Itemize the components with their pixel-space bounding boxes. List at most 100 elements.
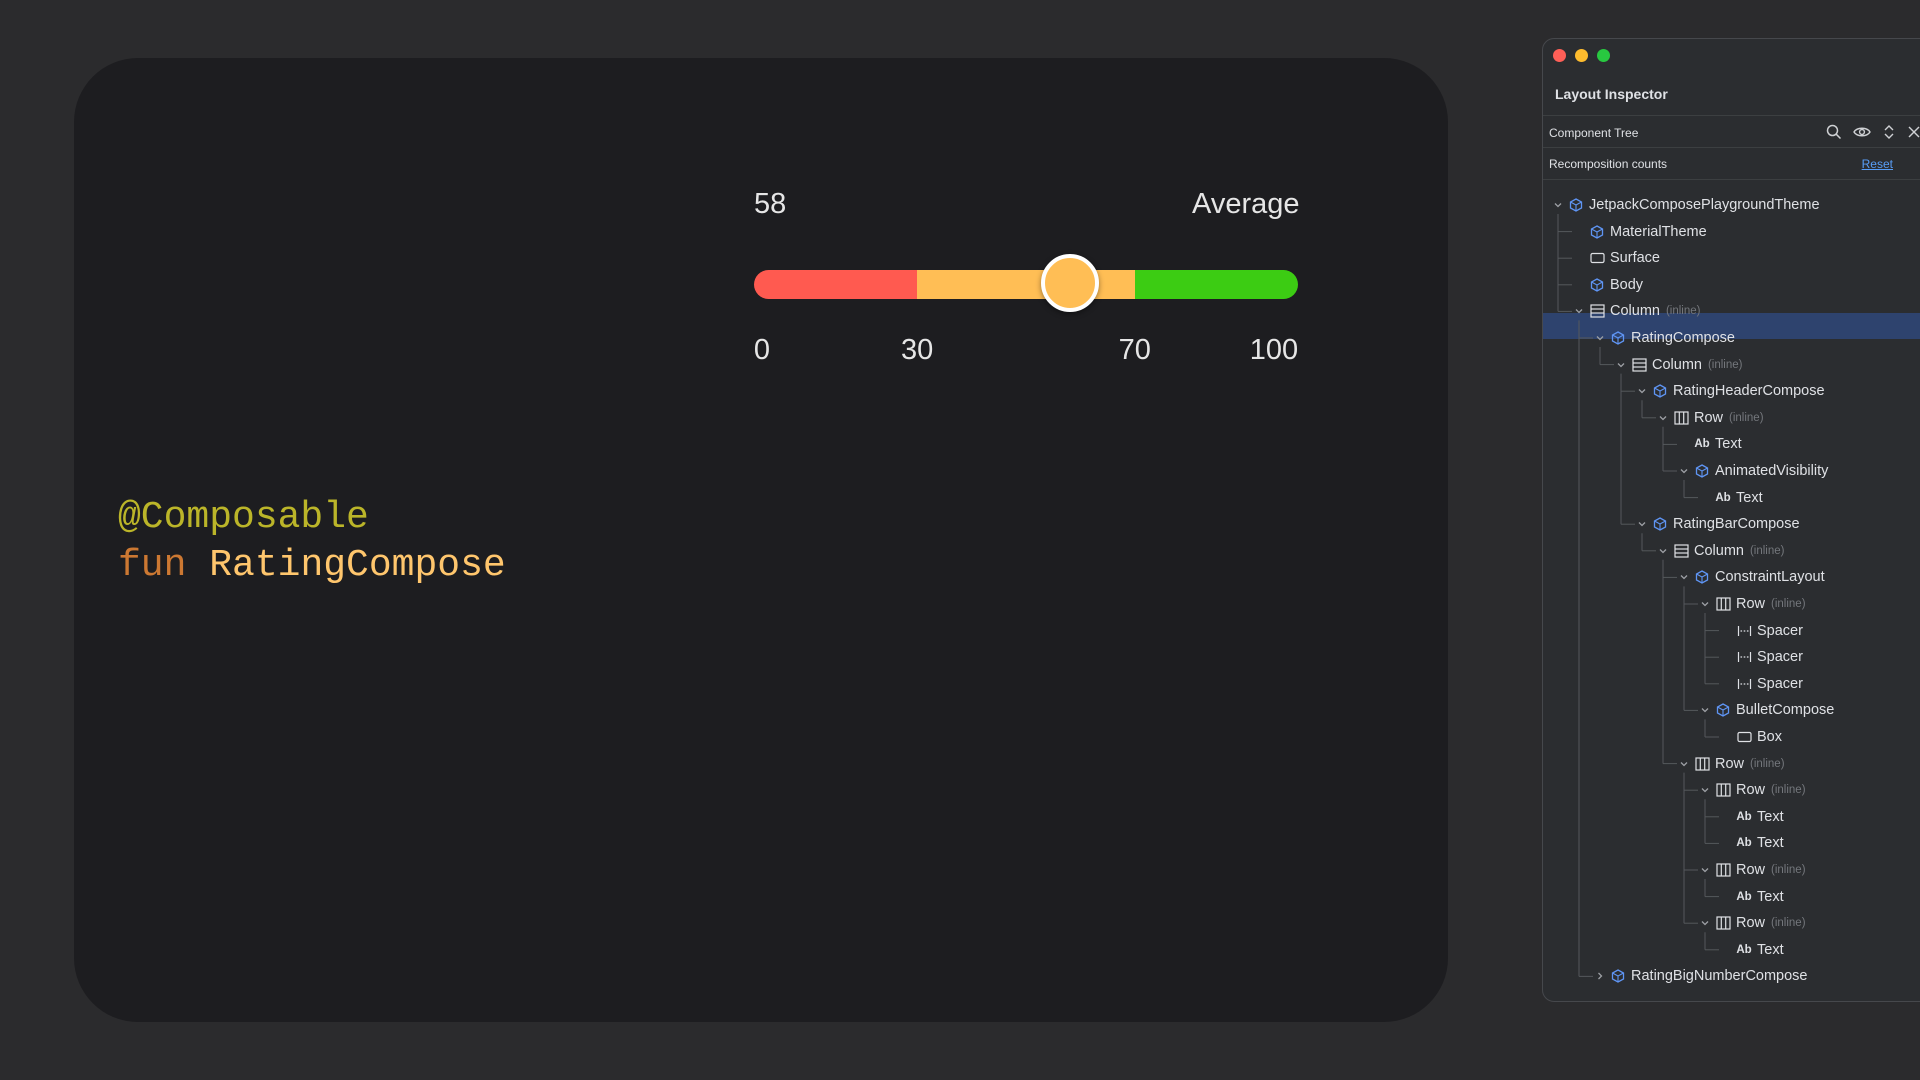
row-node-icon bbox=[1714, 862, 1732, 878]
tree-node-row[interactable]: Row (inline) bbox=[1696, 591, 1806, 617]
tree-node-rating-big-number-compose[interactable]: RatingBigNumberCompose bbox=[1591, 963, 1808, 989]
tree-node-label: Column bbox=[1652, 356, 1702, 373]
rating-tick-0: 0 bbox=[753, 334, 771, 366]
tree-node-label: AnimatedVisibility bbox=[1715, 463, 1829, 479]
rating-knob[interactable] bbox=[1040, 254, 1099, 312]
tree-node-rating-bar-compose[interactable]: RatingBarCompose bbox=[1633, 511, 1800, 537]
chevron-down-icon[interactable] bbox=[1591, 333, 1609, 343]
rating-tick-30: 30 bbox=[901, 334, 934, 366]
tree-node-label: RatingBigNumberCompose bbox=[1631, 968, 1808, 985]
tree-node-label: JetpackComposePlaygroundTheme bbox=[1589, 197, 1820, 213]
chevron-down-icon[interactable] bbox=[1696, 705, 1714, 715]
row-node-icon bbox=[1693, 756, 1711, 772]
chevron-down-icon[interactable] bbox=[1696, 865, 1714, 875]
composable-node-icon bbox=[1609, 330, 1627, 346]
tree-node-rating-compose[interactable]: RatingCompose bbox=[1591, 325, 1735, 351]
tree-node-box[interactable]: Box bbox=[1717, 724, 1782, 750]
layout-inspector-window: Layout Inspector Component Tree Recompos… bbox=[1542, 38, 1920, 1002]
inline-tag: (inline) bbox=[1729, 411, 1764, 424]
tree-node-row[interactable]: Row (inline) bbox=[1696, 777, 1806, 803]
tree-node-column[interactable]: Column (inline) bbox=[1570, 298, 1700, 324]
tree-node-text[interactable]: Ab Text bbox=[1717, 884, 1783, 910]
tree-node-label: Spacer bbox=[1757, 649, 1803, 666]
inline-tag: (inline) bbox=[1665, 305, 1701, 318]
inline-tag: (inline) bbox=[1771, 864, 1806, 876]
tree-node-row[interactable]: Row (inline) bbox=[1696, 857, 1806, 883]
tree-node-body[interactable]: Body bbox=[1570, 272, 1643, 298]
chevron-down-icon[interactable] bbox=[1654, 413, 1672, 423]
code-keyword: fun bbox=[118, 544, 187, 587]
spacer-node-icon bbox=[1735, 676, 1753, 692]
tree-node-text[interactable]: Ab Text bbox=[1717, 830, 1783, 856]
row-node-icon bbox=[1714, 782, 1732, 798]
composable-node-icon bbox=[1651, 383, 1669, 399]
tree-node-label: Text bbox=[1715, 436, 1742, 453]
chevron-down-icon[interactable] bbox=[1675, 572, 1693, 582]
composable-node-icon bbox=[1693, 463, 1711, 479]
chevron-down-icon[interactable] bbox=[1570, 306, 1588, 316]
tree-node-spacer[interactable]: Spacer bbox=[1717, 618, 1803, 644]
tree-node-label: Column bbox=[1610, 303, 1660, 320]
tree-node-text[interactable]: Ab Text bbox=[1696, 485, 1762, 511]
chevron-down-icon[interactable] bbox=[1612, 360, 1630, 370]
tree-node-bullet-compose[interactable]: BulletCompose bbox=[1696, 697, 1834, 723]
tree-node-material-theme[interactable]: MaterialTheme bbox=[1570, 219, 1707, 245]
chevron-down-icon[interactable] bbox=[1696, 918, 1714, 928]
tree-node-surface[interactable]: Surface bbox=[1570, 245, 1660, 271]
chevron-down-icon[interactable] bbox=[1675, 759, 1693, 769]
chevron-down-icon[interactable] bbox=[1696, 785, 1714, 795]
code-annotation: @Composable bbox=[118, 496, 369, 539]
tree-node-label: Box bbox=[1757, 729, 1782, 745]
tree-node-label: Text bbox=[1757, 941, 1784, 958]
tree-node-jetpack-compose-playground-theme[interactable]: JetpackComposePlaygroundTheme bbox=[1549, 192, 1820, 218]
inline-tag: (inline) bbox=[1771, 598, 1806, 610]
tree-node-row[interactable]: Row (inline) bbox=[1654, 405, 1764, 431]
tree-node-text[interactable]: Ab Text bbox=[1717, 937, 1784, 963]
composable-node-icon bbox=[1651, 516, 1669, 532]
tree-node-label: RatingHeaderCompose bbox=[1673, 383, 1825, 400]
chevron-down-icon[interactable] bbox=[1696, 599, 1714, 609]
tree-node-label: Spacer bbox=[1757, 675, 1803, 692]
tree-node-text[interactable]: Ab Text bbox=[1675, 431, 1742, 457]
text-node-icon: Ab bbox=[1736, 837, 1752, 850]
chevron-down-icon[interactable] bbox=[1675, 466, 1693, 476]
tree-node-label: Row bbox=[1736, 782, 1766, 799]
composable-node-icon bbox=[1588, 277, 1606, 293]
row-node-icon bbox=[1714, 596, 1732, 612]
text-node-icon: Ab bbox=[1736, 943, 1752, 956]
composable-node-icon bbox=[1693, 569, 1711, 585]
tree-node-spacer[interactable]: Spacer bbox=[1717, 644, 1803, 670]
chevron-down-icon[interactable] bbox=[1633, 386, 1651, 396]
tree-node-row[interactable]: Row (inline) bbox=[1696, 910, 1806, 936]
chevron-right-icon[interactable] bbox=[1591, 971, 1609, 981]
inline-tag: (inline) bbox=[1771, 784, 1806, 797]
tree-node-spacer[interactable]: Spacer bbox=[1717, 671, 1803, 697]
inline-tag: (inline) bbox=[1750, 757, 1785, 770]
text-node-icon: Ab bbox=[1736, 890, 1752, 903]
inline-tag: (inline) bbox=[1749, 544, 1785, 557]
chevron-down-icon[interactable] bbox=[1654, 546, 1672, 556]
tree-node-label: Surface bbox=[1610, 250, 1660, 267]
spacer-node-icon bbox=[1735, 649, 1753, 665]
text-node-icon: Ab bbox=[1715, 491, 1731, 504]
tree-node-constraint-layout[interactable]: ConstraintLayout bbox=[1675, 564, 1825, 590]
tree-node-rating-header-compose[interactable]: RatingHeaderCompose bbox=[1633, 378, 1825, 404]
column-node-icon bbox=[1588, 303, 1606, 319]
tree-node-label: RatingBarCompose bbox=[1673, 516, 1800, 533]
tree-node-label: Row bbox=[1715, 755, 1745, 772]
chevron-down-icon[interactable] bbox=[1549, 200, 1567, 210]
rating-value: 58 bbox=[754, 188, 787, 220]
tree-node-label: ConstraintLayout bbox=[1715, 569, 1825, 586]
chevron-down-icon[interactable] bbox=[1633, 519, 1651, 529]
tree-node-animated-visibility[interactable]: AnimatedVisibility bbox=[1675, 458, 1828, 484]
tree-node-label: Column bbox=[1694, 542, 1744, 559]
tree-node-text[interactable]: Ab Text bbox=[1717, 804, 1783, 830]
tree-node-label: Row bbox=[1736, 915, 1766, 932]
composable-node-icon bbox=[1609, 968, 1627, 984]
tree-node-column[interactable]: Column (inline) bbox=[1612, 352, 1742, 378]
tree-node-row[interactable]: Row (inline) bbox=[1675, 751, 1785, 777]
tree-node-label: Spacer bbox=[1757, 622, 1803, 639]
column-node-icon bbox=[1630, 357, 1648, 373]
tree-node-column[interactable]: Column (inline) bbox=[1654, 538, 1784, 564]
tree-node-label: Row bbox=[1736, 596, 1766, 612]
